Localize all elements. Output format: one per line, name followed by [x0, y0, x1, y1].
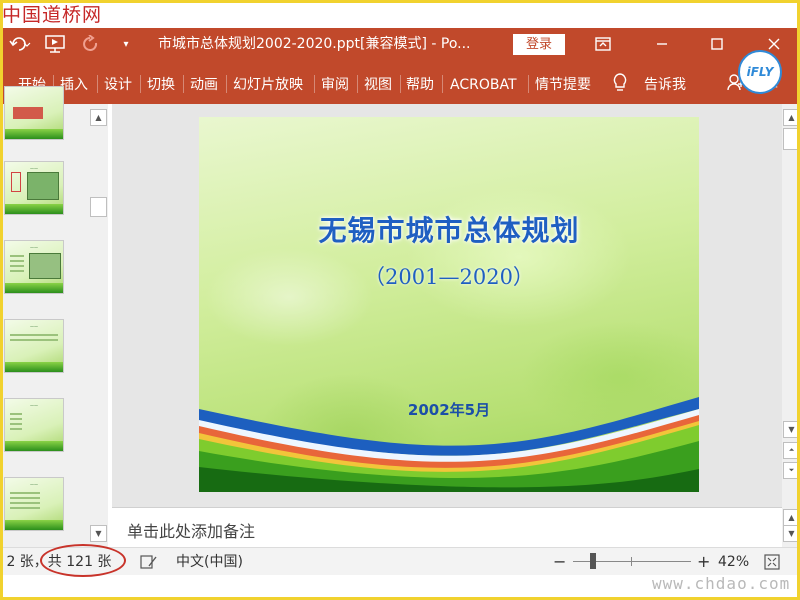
- tab-insert[interactable]: 插入: [60, 60, 88, 104]
- ifly-floating-button[interactable]: iFLY: [738, 50, 782, 94]
- slide-date[interactable]: 2002年5月: [199, 399, 699, 420]
- redo-icon[interactable]: [78, 28, 104, 60]
- watermark-url: www.chdao.com: [652, 574, 791, 593]
- current-slide[interactable]: 无锡市城市总体规划 （2001—2020） 2002年5月: [199, 117, 699, 492]
- login-button[interactable]: 登录: [513, 34, 565, 55]
- tab-review[interactable]: 审阅: [321, 60, 349, 104]
- language-indicator[interactable]: 中文(中国): [176, 548, 243, 576]
- next-slide-icon[interactable]: ⏷: [783, 462, 800, 479]
- tab-slideshow[interactable]: 幻灯片放映: [233, 60, 303, 104]
- slide-thumbnail[interactable]: ——: [4, 477, 64, 531]
- ribbon-tabs: 开始 插入 设计 切换 动画 幻灯片放映 审阅 视图 帮助 ACROBAT 情节…: [0, 60, 800, 104]
- tab-acrobat[interactable]: ACROBAT: [450, 60, 517, 104]
- notes-icon[interactable]: [140, 548, 158, 576]
- thumbnail-scrollbar[interactable]: ▲ ▼: [90, 104, 108, 547]
- scroll-down-arrow-icon[interactable]: ▼: [90, 525, 107, 542]
- tab-storyboarding[interactable]: 情节提要: [535, 60, 591, 104]
- scroll-up-arrow-icon[interactable]: ▲: [783, 509, 800, 526]
- slide-thumbnail[interactable]: ——: [4, 398, 64, 452]
- lightbulb-icon[interactable]: [612, 60, 628, 104]
- scrollbar-thumb[interactable]: [90, 197, 107, 217]
- scroll-up-arrow-icon[interactable]: ▲: [783, 109, 800, 126]
- slide-subtitle[interactable]: （2001—2020）: [199, 261, 699, 291]
- tab-animations[interactable]: 动画: [190, 60, 218, 104]
- slide-title[interactable]: 无锡市城市总体规划: [199, 209, 699, 249]
- ribbon-display-options-icon[interactable]: [590, 28, 616, 60]
- tell-me-search[interactable]: 告诉我: [644, 60, 686, 104]
- slide-wave-graphic: [199, 397, 699, 492]
- undo-icon[interactable]: [0, 28, 40, 60]
- customize-toolbar-icon[interactable]: ▾: [116, 28, 136, 60]
- document-title: 市城市总体规划2002-2020.ppt[兼容模式] - Po...: [158, 36, 471, 52]
- maximize-icon[interactable]: [703, 28, 731, 60]
- fit-slide-icon[interactable]: [764, 548, 780, 576]
- scroll-down-arrow-icon[interactable]: ▼: [783, 421, 800, 438]
- tab-design[interactable]: 设计: [104, 60, 132, 104]
- tab-view[interactable]: 视图: [364, 60, 392, 104]
- slide-thumbnail[interactable]: [4, 86, 64, 140]
- zoom-slider-center-tick: [631, 557, 632, 566]
- watermark-site-name: 中国道桥网: [2, 2, 122, 28]
- scroll-up-arrow-icon[interactable]: ▲: [90, 109, 107, 126]
- notes-pane[interactable]: 单击此处添加备注: [112, 507, 782, 547]
- scroll-down-arrow-icon[interactable]: ▼: [783, 525, 800, 542]
- tab-transitions[interactable]: 切换: [147, 60, 175, 104]
- zoom-slider-knob[interactable]: [590, 553, 596, 569]
- zoom-percent[interactable]: 42%: [718, 548, 749, 576]
- slide-scrollbar[interactable]: ▲ ▼ ⏶ ⏷ ▲ ▼: [782, 104, 800, 547]
- zoom-in-button[interactable]: +: [697, 548, 710, 576]
- title-bar: ▾ 市城市总体规划2002-2020.ppt[兼容模式] - Po... 登录 …: [0, 28, 800, 87]
- tab-help[interactable]: 帮助: [406, 60, 434, 104]
- slide-thumbnail-pane: —— —— —— —— ——: [0, 86, 90, 547]
- notes-placeholder[interactable]: 单击此处添加备注: [127, 518, 255, 542]
- slide-thumbnail[interactable]: ——: [4, 161, 64, 215]
- present-from-start-icon[interactable]: [40, 28, 70, 60]
- previous-slide-icon[interactable]: ⏶: [783, 442, 800, 459]
- scrollbar-thumb[interactable]: [783, 128, 800, 150]
- slide-thumbnail[interactable]: ——: [4, 319, 64, 373]
- minimize-icon[interactable]: [648, 28, 676, 60]
- highlight-circle-annotation: [40, 544, 126, 577]
- zoom-out-button[interactable]: −: [553, 548, 566, 576]
- slide-thumbnail[interactable]: ——: [4, 240, 64, 294]
